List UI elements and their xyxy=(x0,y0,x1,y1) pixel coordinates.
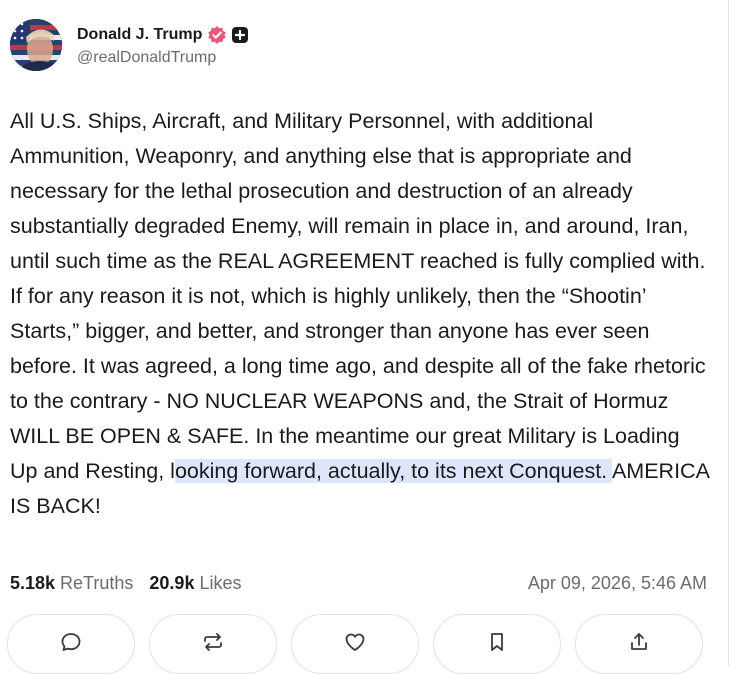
likes-count: 20.9k xyxy=(149,572,195,593)
bookmark-button[interactable] xyxy=(433,614,561,674)
selected-text: ooking forward, actually, to its next Co… xyxy=(174,459,612,483)
speech-bubble-icon xyxy=(61,633,81,651)
share-button[interactable] xyxy=(575,614,703,674)
display-name[interactable]: Donald J. Trump xyxy=(77,26,202,44)
repost-arrows-icon xyxy=(204,633,222,651)
post-body: All U.S. Ships, Aircraft, and Military P… xyxy=(10,104,710,524)
author-handle[interactable]: @realDonaldTrump xyxy=(77,49,249,67)
verified-badge-icon xyxy=(208,26,227,44)
post-timestamp[interactable]: Apr 09, 2026, 5:46 AM xyxy=(528,573,707,594)
author-info: Donald J. Trump @realDonaldTrump xyxy=(77,23,249,67)
likes-label: Likes xyxy=(199,572,242,593)
avatar-image xyxy=(10,19,62,71)
retruths-count: 5.18k xyxy=(10,572,56,593)
action-bar xyxy=(7,614,703,674)
post-header: Donald J. Trump @realDonaldTrump xyxy=(10,18,249,72)
name-row: Donald J. Trump xyxy=(77,23,249,47)
reply-button[interactable] xyxy=(7,614,135,674)
post-text-segment: All U.S. Ships, Aircraft, and Military P… xyxy=(10,109,712,483)
scroll-divider xyxy=(728,0,729,666)
share-upload-icon xyxy=(631,633,647,650)
post-stats: 5.18k ReTruths 20.9k Likes Apr 09, 2026, 5… xyxy=(10,570,707,596)
likes-stat[interactable]: 20.9k Likes xyxy=(149,573,241,594)
retruths-label: ReTruths xyxy=(60,572,134,593)
plus-badge-icon xyxy=(232,27,249,43)
bookmark-icon xyxy=(491,633,503,651)
avatar[interactable] xyxy=(10,19,62,71)
retruths-stat[interactable]: 5.18k ReTruths xyxy=(10,573,133,594)
retruth-button[interactable] xyxy=(149,614,277,674)
like-button[interactable] xyxy=(291,614,419,674)
heart-icon xyxy=(345,633,365,651)
